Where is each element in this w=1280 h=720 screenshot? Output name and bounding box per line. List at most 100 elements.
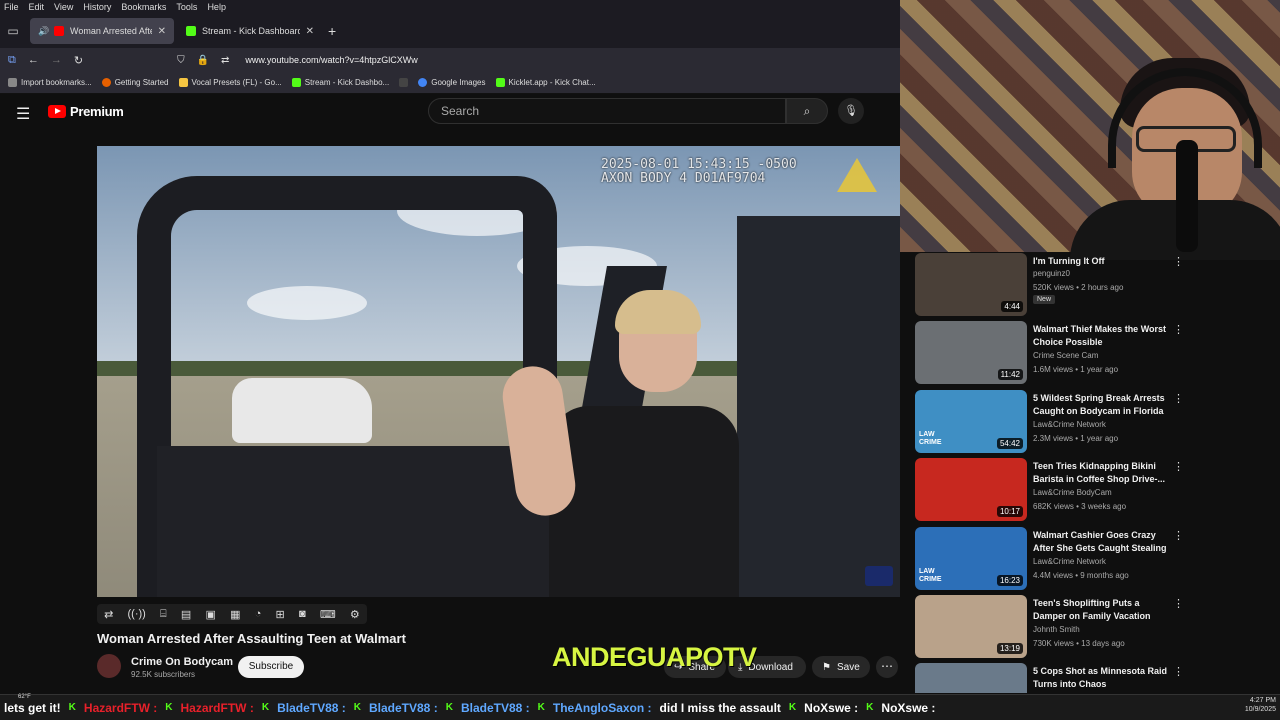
screenshot-icon[interactable]: ◙	[299, 608, 306, 620]
loop-icon[interactable]: ⇄	[104, 608, 113, 621]
more-actions-icon[interactable]: ⋯	[876, 656, 898, 678]
chat-message: lets get it!	[4, 700, 61, 715]
menu-bookmarks[interactable]: Bookmarks	[121, 2, 166, 12]
more-icon[interactable]: ⋮	[1173, 460, 1184, 473]
recommendation-item[interactable]: LAW CRIME 54:42 5 Wildest Spring Break Arr…	[915, 390, 1195, 454]
keyboard-icon[interactable]: ⌨	[320, 608, 336, 621]
film-icon[interactable]: ▤	[181, 608, 191, 621]
more-icon[interactable]: ⋮	[1173, 529, 1184, 542]
microphone-icon[interactable]: 🎙	[838, 98, 864, 124]
cinema-icon[interactable]: ▦	[230, 608, 240, 621]
recommendation-title[interactable]: 5 Cops Shot as Minnesota Raid Turns into…	[1033, 665, 1171, 691]
permissions-icon[interactable]: ⇄	[221, 55, 229, 66]
search-icon[interactable]: ⌕	[786, 98, 828, 124]
bookmark-import[interactable]: Import bookmarks...	[8, 78, 92, 87]
recommendation-item[interactable]: 4:44 I'm Turning It Off penguinz0 520K v…	[915, 253, 1195, 317]
channel-name[interactable]: Crime On Bodycam	[131, 656, 233, 668]
gear-icon[interactable]: ⚙	[350, 608, 360, 621]
tab-youtube[interactable]: 🔊 Woman Arrested After Assa ✕	[30, 18, 174, 44]
bookmark-kicklet[interactable]: Kicklet.app - Kick Chat...	[495, 78, 596, 87]
menu-edit[interactable]: Edit	[29, 2, 45, 12]
recommendation-title[interactable]: Walmart Cashier Goes Crazy After She Get…	[1033, 529, 1171, 555]
audio-icon[interactable]: 🔊	[38, 26, 49, 36]
tab-kick-dashboard[interactable]: Stream - Kick Dashboard ✕	[178, 18, 322, 44]
recommendation-channel[interactable]: Law&Crime BodyCam	[1033, 488, 1112, 497]
audio-wave-icon[interactable]: ((·))	[128, 608, 146, 620]
recommendation-item[interactable]: 13:19 Teen's Shoplifting Puts a Damper o…	[915, 595, 1195, 659]
recommendation-channel[interactable]: Law&Crime Network	[1033, 420, 1106, 429]
recommendation-title[interactable]: I'm Turning It Off	[1033, 255, 1171, 268]
drive-icon	[178, 78, 188, 87]
shield-icon[interactable]: ⛉	[177, 55, 185, 66]
bookmark-google-images[interactable]: Google Images	[418, 78, 486, 87]
speed-icon[interactable]: ◔	[255, 608, 262, 620]
more-icon[interactable]: ⋮	[1173, 665, 1184, 678]
channel-avatar[interactable]	[97, 654, 121, 678]
menu-icon[interactable]: ☰	[16, 104, 30, 124]
camera-icon[interactable]: ⌸	[160, 608, 167, 621]
bookmark-label: Stream - Kick Dashbo...	[304, 78, 390, 87]
search-input[interactable]: Search	[428, 98, 786, 124]
youtube-logo[interactable]: Premium	[48, 104, 124, 119]
close-icon[interactable]: ✕	[158, 26, 166, 37]
bookmark-vocal-presets[interactable]: Vocal Presets (FL) - Go...	[178, 78, 282, 87]
recommendation-title[interactable]: Teen Tries Kidnapping Bikini Barista in …	[1033, 460, 1171, 486]
video-thumbnail[interactable]: 13:19	[915, 595, 1027, 658]
add-frame-icon[interactable]: ⊞	[276, 608, 285, 621]
bookmark-getting-started[interactable]: Getting Started	[101, 78, 169, 87]
reload-icon[interactable]: ↻	[74, 54, 83, 67]
video-player[interactable]: 2025-08-01 15:43:15 -0500 AXON BODY 4 D0…	[97, 146, 900, 597]
video-thumbnail[interactable]: 4:44	[915, 253, 1027, 316]
lock-icon[interactable]: 🔒	[197, 55, 209, 66]
video-thumbnail[interactable]: LAW CRIME 16:23	[915, 527, 1027, 590]
bookmark-label: Import bookmarks...	[21, 78, 92, 87]
menu-file[interactable]: File	[4, 2, 19, 12]
s-icon	[399, 78, 409, 87]
more-icon[interactable]: ⋮	[1173, 392, 1184, 405]
tab-list-icon[interactable]: ▭	[0, 24, 26, 38]
recommendation-channel[interactable]: penguinz0	[1033, 269, 1070, 278]
recommendation-item[interactable]: 11:42 Walmart Thief Makes the Worst Choi…	[915, 321, 1195, 385]
recommendation-item[interactable]: LAW CRIME 16:23 Walmart Cashier Goes Crazy…	[915, 527, 1195, 591]
sidebar-toggle-icon[interactable]: ⧉	[8, 54, 16, 67]
video-thumbnail[interactable]: 11:42	[915, 321, 1027, 384]
menu-history[interactable]: History	[83, 2, 111, 12]
chat-username: NoXswe :	[804, 700, 859, 715]
forward-icon[interactable]: →	[51, 54, 62, 66]
recommendation-channel[interactable]: Law&Crime Network	[1033, 557, 1106, 566]
video-thumbnail[interactable]: 10:17	[915, 458, 1027, 521]
more-icon[interactable]: ⋮	[1173, 597, 1184, 610]
pip-icon[interactable]: ▣	[205, 608, 215, 621]
recommendation-title[interactable]: 5 Wildest Spring Break Arrests Caught on…	[1033, 392, 1171, 418]
menu-tools[interactable]: Tools	[176, 2, 197, 12]
recommendation-item[interactable]: 5 Cops Shot as Minnesota Raid Turns into…	[915, 663, 1195, 693]
video-thumbnail[interactable]	[915, 663, 1027, 693]
subscribe-button[interactable]: Subscribe	[238, 656, 304, 678]
new-tab-icon[interactable]: +	[328, 23, 336, 39]
bookmark-s[interactable]	[399, 78, 409, 87]
video-thumbnail[interactable]: LAW CRIME 54:42	[915, 390, 1027, 453]
recommendation-channel[interactable]: Crime Scene Cam	[1033, 351, 1098, 360]
recommendation-item[interactable]: 10:17 Teen Tries Kidnapping Bikini Baris…	[915, 458, 1195, 522]
weather-readout: 62°F	[18, 694, 31, 700]
close-icon[interactable]: ✕	[306, 26, 314, 37]
recommendation-title[interactable]: Teen's Shoplifting Puts a Damper on Fami…	[1033, 597, 1171, 623]
hair	[615, 290, 701, 334]
more-icon[interactable]: ⋮	[1173, 255, 1184, 268]
more-icon[interactable]: ⋮	[1173, 323, 1184, 336]
menu-view[interactable]: View	[54, 2, 73, 12]
tab-label: Stream - Kick Dashboard	[202, 26, 300, 36]
url-bar[interactable]: www.youtube.com/watch?v=4htpzGlCXWw	[245, 55, 417, 65]
duration-badge: 4:44	[1001, 301, 1023, 312]
bookmark-kick-dashboard[interactable]: Stream - Kick Dashbo...	[291, 78, 390, 87]
recommendation-channel[interactable]: Johnth Smith	[1033, 625, 1080, 634]
save-button[interactable]: ⚑ Save	[812, 656, 870, 678]
recommendation-title[interactable]: Walmart Thief Makes the Worst Choice Pos…	[1033, 323, 1171, 349]
subscriber-count: 92.5K subscribers	[131, 670, 196, 679]
shirt	[549, 406, 739, 597]
recommendation-meta: 1.6M views • 1 year ago	[1033, 365, 1119, 374]
recommendations-list: 4:44 I'm Turning It Off penguinz0 520K v…	[915, 253, 1195, 693]
back-icon[interactable]: ←	[28, 54, 39, 66]
brand-label: Premium	[70, 104, 124, 119]
menu-help[interactable]: Help	[207, 2, 226, 12]
